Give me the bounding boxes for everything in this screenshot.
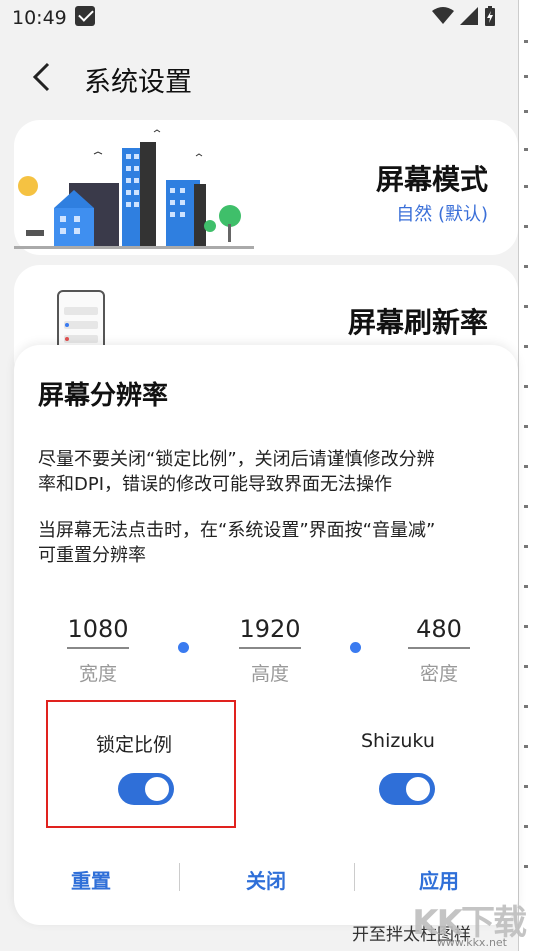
side-window-edge xyxy=(518,0,535,951)
refresh-rate-title: 屏幕刷新率 xyxy=(347,306,488,339)
separator-dot xyxy=(350,642,361,653)
density-input[interactable]: 480 xyxy=(408,615,470,649)
width-label: 宽度 xyxy=(78,663,117,685)
app-header: 系统设置 xyxy=(0,40,518,116)
separator-dot xyxy=(178,642,189,653)
status-icons xyxy=(432,6,496,26)
dialog-title: 屏幕分辨率 xyxy=(38,381,169,411)
height-label: 高度 xyxy=(250,663,289,685)
button-divider xyxy=(354,863,355,891)
width-input[interactable]: 1080 xyxy=(67,615,129,649)
status-bar: 10:49 xyxy=(0,0,518,36)
toggle-knob xyxy=(143,775,171,803)
lock-ratio-toggle[interactable] xyxy=(118,773,174,805)
status-time: 10:49 xyxy=(12,7,67,29)
shizuku-label: Shizuku xyxy=(361,730,435,752)
toggle-knob xyxy=(404,775,432,803)
apply-button[interactable]: 应用 xyxy=(419,865,459,894)
dialog-warning-text: 尽量不要关闭“锁定比例”，关闭后请谨慎修改分辨 率和DPI，错误的修改可能导致界… xyxy=(38,449,435,495)
reset-button[interactable]: 重置 xyxy=(71,865,111,894)
back-arrow-icon[interactable] xyxy=(30,62,52,92)
notification-icon xyxy=(75,6,95,26)
page-title: 系统设置 xyxy=(84,67,192,98)
width-field[interactable]: 1080 宽度 xyxy=(67,615,129,686)
density-field[interactable]: 480 密度 xyxy=(408,615,470,686)
lock-ratio-label: 锁定比例 xyxy=(96,734,173,756)
resolution-dialog: 屏幕分辨率 尽量不要关闭“锁定比例”，关闭后请谨慎修改分辨 率和DPI，错误的修… xyxy=(14,345,518,925)
close-button[interactable]: 关闭 xyxy=(246,865,286,894)
wifi-icon xyxy=(432,7,454,24)
dialog-reset-hint: 当屏幕无法点击时，在“系统设置”界面按“音量减” 可重置分辨率 xyxy=(38,520,436,566)
screen-mode-card[interactable]: 屏幕模式 自然 (默认) xyxy=(14,120,518,255)
screen-mode-title: 屏幕模式 xyxy=(375,163,488,196)
button-divider xyxy=(179,863,180,891)
height-input[interactable]: 1920 xyxy=(239,615,301,649)
city-illustration xyxy=(14,129,254,249)
density-label: 密度 xyxy=(419,663,458,685)
highlight-box xyxy=(46,700,236,828)
battery-icon xyxy=(485,6,495,26)
signal-icon xyxy=(460,7,478,25)
watermark-url: www.kkx.net xyxy=(436,936,507,949)
shizuku-toggle[interactable] xyxy=(379,773,435,805)
height-field[interactable]: 1920 高度 xyxy=(239,615,301,686)
screen-mode-value: 自然 (默认) xyxy=(396,204,488,225)
